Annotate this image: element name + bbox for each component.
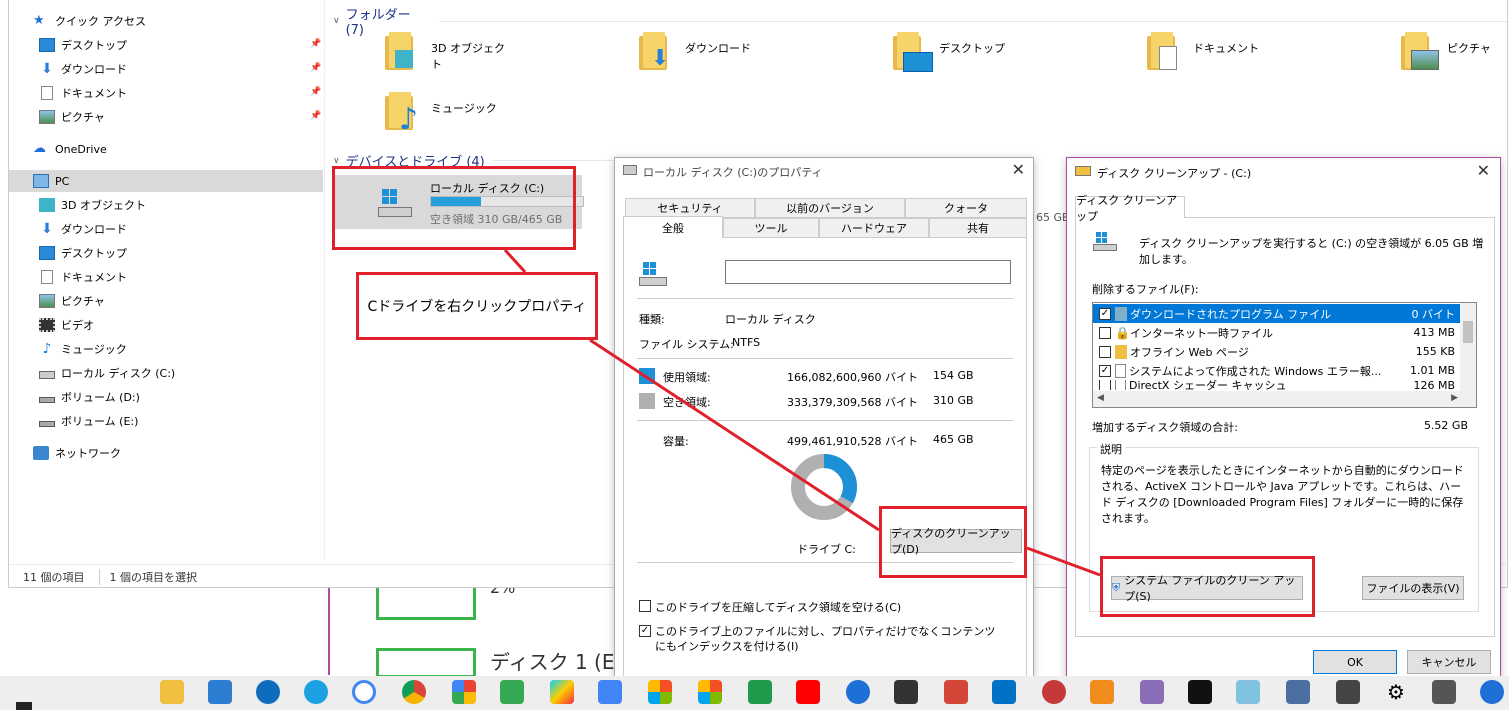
- tab-general[interactable]: 全般: [623, 216, 723, 238]
- app-taskbar-icon[interactable]: [748, 680, 772, 704]
- play-store-taskbar-icon[interactable]: [550, 680, 574, 704]
- app-taskbar-icon[interactable]: [1480, 680, 1504, 704]
- translate-taskbar-icon[interactable]: [598, 680, 622, 704]
- app-taskbar-icon[interactable]: [846, 680, 870, 704]
- paint-taskbar-icon[interactable]: [1140, 680, 1164, 704]
- connector-line: [1026, 546, 1101, 577]
- ie-taskbar-icon[interactable]: [304, 680, 328, 704]
- edge-taskbar-icon[interactable]: [256, 680, 280, 704]
- connector-line: [589, 338, 880, 532]
- outlook-taskbar-icon[interactable]: [992, 680, 1016, 704]
- connector-line: [503, 248, 527, 274]
- microsoft-taskbar-icon[interactable]: [698, 680, 722, 704]
- app-taskbar-icon[interactable]: [1286, 680, 1310, 704]
- tab-disk-cleanup[interactable]: ディスク クリーンアップ: [1075, 194, 1185, 223]
- media-taskbar-icon[interactable]: [1090, 680, 1114, 704]
- start-windows-icon[interactable]: [14, 680, 34, 710]
- microsoft-taskbar-icon[interactable]: [648, 680, 672, 704]
- youtube-taskbar-icon[interactable]: [796, 680, 820, 704]
- google-taskbar-icon[interactable]: [352, 680, 376, 704]
- gear-icon[interactable]: ⚙: [1384, 680, 1408, 704]
- store-taskbar-icon[interactable]: [208, 680, 232, 704]
- app-taskbar-icon[interactable]: [1432, 680, 1456, 704]
- maps-taskbar-icon[interactable]: [500, 680, 524, 704]
- app-taskbar-icon[interactable]: [1042, 680, 1066, 704]
- file-explorer-taskbar-icon[interactable]: [160, 680, 184, 704]
- calculator-taskbar-icon[interactable]: [1336, 680, 1360, 704]
- photos-taskbar-icon[interactable]: [452, 680, 476, 704]
- cmd-taskbar-icon[interactable]: [1188, 680, 1212, 704]
- chrome-taskbar-icon[interactable]: [402, 680, 426, 704]
- app-taskbar-icon[interactable]: [1236, 680, 1260, 704]
- annotation-arrows: [503, 248, 1101, 577]
- mail-taskbar-icon[interactable]: [894, 680, 918, 704]
- taskbar: ⚙: [0, 676, 1509, 710]
- gmail-taskbar-icon[interactable]: [944, 680, 968, 704]
